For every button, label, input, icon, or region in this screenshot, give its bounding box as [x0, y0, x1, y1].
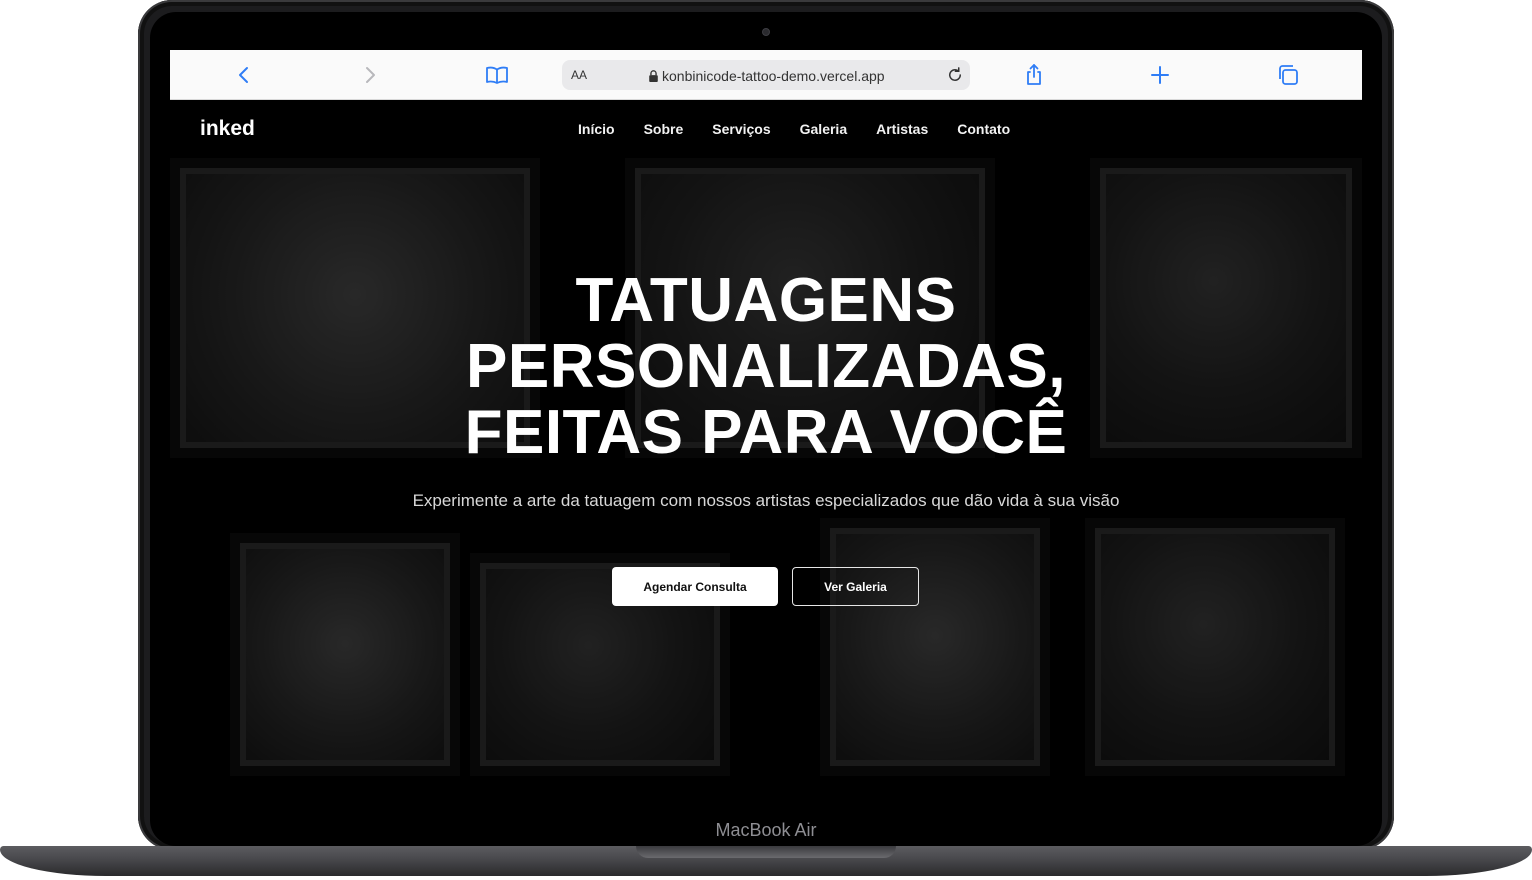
reader-aa-button[interactable]: AA [571, 68, 587, 82]
nav-link-artistas[interactable]: Artistas [876, 121, 928, 137]
nav-link-galeria[interactable]: Galeria [800, 121, 847, 137]
url-text: konbinicode-tattoo-demo.vercel.app [662, 68, 885, 84]
view-gallery-button[interactable]: Ver Galeria [792, 567, 919, 606]
share-icon[interactable] [1022, 63, 1046, 87]
address-bar[interactable]: AA konbinicode-tattoo-demo.vercel.app [562, 60, 970, 90]
nav-link-sobre[interactable]: Sobre [644, 121, 684, 137]
laptop-hinge-notch [636, 846, 896, 858]
website: inked Início Sobre Serviços Galeria Arti… [170, 100, 1362, 776]
nav-link-servicos[interactable]: Serviços [712, 121, 770, 137]
back-icon[interactable] [232, 63, 256, 87]
nav-link-inicio[interactable]: Início [578, 121, 615, 137]
lock-icon [648, 69, 659, 82]
hero-title: TATUAGENS PERSONALIZADAS, FEITAS PARA VO… [464, 266, 1068, 467]
model-label: MacBook Air [715, 820, 817, 840]
nav-links: Início Sobre Serviços Galeria Artistas C… [578, 121, 1010, 137]
book-consultation-button[interactable]: Agendar Consulta [612, 567, 778, 606]
tabs-icon[interactable] [1276, 63, 1300, 87]
bookmarks-icon[interactable] [485, 63, 509, 87]
site-nav: inked Início Sobre Serviços Galeria Arti… [170, 100, 1362, 158]
screen: AA konbinicode-tattoo-demo.vercel.app in… [170, 50, 1362, 776]
hero-overlay [170, 158, 1362, 776]
hero-section: TATUAGENS PERSONALIZADAS, FEITAS PARA VO… [170, 158, 1362, 776]
forward-icon[interactable] [358, 63, 382, 87]
camera-icon [762, 28, 770, 36]
site-logo[interactable]: inked [200, 117, 255, 141]
hero-subtitle: Experimente a arte da tatuagem com nosso… [412, 491, 1120, 510]
nav-link-contato[interactable]: Contato [957, 121, 1010, 137]
browser-toolbar: AA konbinicode-tattoo-demo.vercel.app [170, 50, 1362, 100]
new-tab-icon[interactable] [1148, 63, 1172, 87]
reload-icon[interactable] [946, 66, 964, 84]
